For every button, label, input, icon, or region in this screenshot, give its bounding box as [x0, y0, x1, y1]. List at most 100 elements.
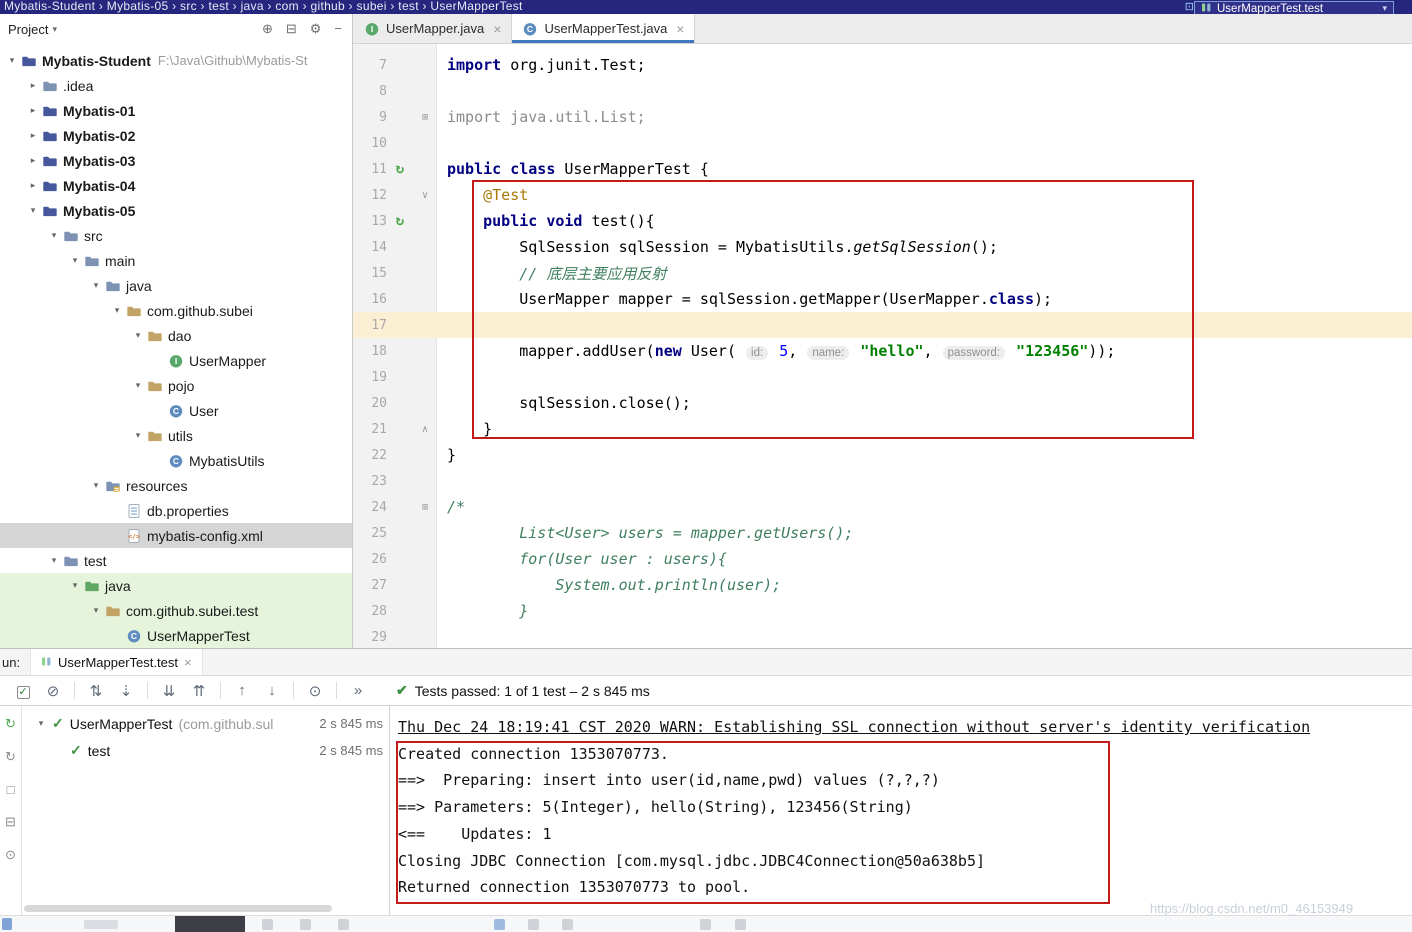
settings-icon[interactable]: ⚙ — [310, 21, 322, 37]
fold-marker-icon[interactable]: ∨ — [413, 190, 437, 201]
tree-item-java[interactable]: ▾ java — [0, 573, 352, 598]
tree-item-db.properties[interactable]: db.properties — [0, 498, 352, 523]
taskbar-icon[interactable] — [262, 919, 273, 930]
tree-item-main[interactable]: ▾ main — [0, 248, 352, 273]
chevron-down-icon[interactable]: ▾ — [52, 24, 57, 35]
collapsed-arrow-icon[interactable]: ▸ — [25, 80, 41, 91]
tree-item-com.github.subei.test[interactable]: ▾ com.github.subei.test — [0, 598, 352, 623]
code-line-14[interactable]: 14 SqlSession sqlSession = MybatisUtils.… — [353, 234, 1412, 260]
breadcrumb[interactable]: Mybatis-Student › Mybatis-05 › src › tes… — [4, 0, 523, 13]
tree-item-mybatis-config.xml[interactable]: </> mybatis-config.xml — [0, 523, 352, 548]
sort-by-duration-icon[interactable]: ⇣ — [111, 682, 141, 700]
expanded-arrow-icon[interactable]: ▾ — [4, 55, 20, 66]
show-ignored-icon[interactable]: ⊘ — [38, 682, 68, 700]
fold-marker-icon[interactable]: ∧ — [413, 424, 437, 435]
taskbar-icon[interactable] — [528, 919, 539, 930]
code-line-20[interactable]: 20 sqlSession.close(); — [353, 390, 1412, 416]
test-history-icon[interactable]: ⊙ — [300, 682, 330, 700]
horizontal-scrollbar[interactable] — [24, 905, 332, 912]
tree-item-Mybatis-05[interactable]: ▾ Mybatis-05 — [0, 198, 352, 223]
tree-item-resources[interactable]: ▾ resources — [0, 473, 352, 498]
tree-item-Mybatis-04[interactable]: ▸ Mybatis-04 — [0, 173, 352, 198]
tree-item-test[interactable]: ▾ test — [0, 548, 352, 573]
test-tree-item-UserMapperTest[interactable]: ▾ ✓ UserMapperTest (com.github.sul 2 s 845 m… — [22, 710, 389, 737]
previous-failed-test-icon[interactable]: ↑ — [227, 682, 257, 699]
expanded-arrow-icon[interactable]: ▾ — [46, 555, 62, 566]
expanded-arrow-icon[interactable]: ▾ — [88, 280, 104, 291]
expanded-arrow-icon[interactable]: ▾ — [67, 580, 83, 591]
code-line-23[interactable]: 23 — [353, 468, 1412, 494]
code-line-24[interactable]: 24 ⊞ /* — [353, 494, 1412, 520]
code-line-21[interactable]: 21 ∧ } — [353, 416, 1412, 442]
code-line-16[interactable]: 16 UserMapper mapper = sqlSession.getMap… — [353, 286, 1412, 312]
tree-item-dao[interactable]: ▾ dao — [0, 323, 352, 348]
collapsed-arrow-icon[interactable]: ▸ — [25, 105, 41, 116]
expanded-arrow-icon[interactable]: ▾ — [32, 718, 50, 729]
expanded-arrow-icon[interactable]: ▾ — [109, 305, 125, 316]
tree-item-.idea[interactable]: ▸ .idea — [0, 73, 352, 98]
tree-item-Mybatis-03[interactable]: ▸ Mybatis-03 — [0, 148, 352, 173]
tree-item-java[interactable]: ▾ java — [0, 273, 352, 298]
close-icon[interactable]: × — [676, 21, 684, 37]
collapsed-arrow-icon[interactable]: ▸ — [25, 130, 41, 141]
tree-item-Mybatis-Student[interactable]: ▾ Mybatis-Student F:\Java\Github\Mybatis-S… — [0, 48, 352, 73]
editor[interactable]: 7 import org.junit.Test; 8 9 ⊞ import java.ut… — [353, 44, 1412, 648]
taskbar-icon[interactable] — [735, 919, 746, 930]
run-tab[interactable]: UserMapperTest.test × — [30, 649, 203, 675]
expanded-arrow-icon[interactable]: ▾ — [130, 380, 146, 391]
tree-item-UserMapperTest[interactable]: C UserMapperTest — [0, 623, 352, 648]
collapsed-arrow-icon[interactable]: ▸ — [25, 180, 41, 191]
taskbar-icon[interactable] — [494, 919, 505, 930]
expanded-arrow-icon[interactable]: ▾ — [25, 205, 41, 216]
locate-file-icon[interactable]: ⊕ — [262, 21, 273, 37]
editor-tab-UserMapperTest.java[interactable]: C UserMapperTest.java × — [512, 14, 696, 43]
expanded-arrow-icon[interactable]: ▾ — [88, 605, 104, 616]
taskbar-icon[interactable] — [338, 919, 349, 930]
close-icon[interactable]: × — [493, 21, 501, 37]
taskbar-icon[interactable] — [300, 919, 311, 930]
expanded-arrow-icon[interactable]: ▾ — [67, 255, 83, 266]
collapse-all-icon[interactable]: ⊟ — [286, 21, 297, 37]
code-line-27[interactable]: 27 System.out.println(user); — [353, 572, 1412, 598]
taskbar-icon[interactable] — [562, 919, 573, 930]
collapse-all-icon[interactable]: ⇈ — [184, 682, 214, 700]
code-line-15[interactable]: 15 // 底层主要应用反射 — [353, 260, 1412, 286]
expanded-arrow-icon[interactable]: ▾ — [130, 430, 146, 441]
code-line-22[interactable]: 22} — [353, 442, 1412, 468]
pin-tab-icon[interactable]: ⊙ — [5, 847, 16, 863]
tree-item-pojo[interactable]: ▾ pojo — [0, 373, 352, 398]
taskbar-icon[interactable] — [700, 919, 711, 930]
code-line-12[interactable]: 12 ∨ @Test — [353, 182, 1412, 208]
code-line-17[interactable]: 17 — [353, 312, 1412, 338]
restore-layout-icon[interactable]: ⊟ — [5, 814, 16, 830]
expanded-arrow-icon[interactable]: ▾ — [130, 330, 146, 341]
console-output[interactable]: Thu Dec 24 18:19:41 CST 2020 WARN: Estab… — [390, 706, 1412, 915]
editor-tab-UserMapper.java[interactable]: I UserMapper.java × — [354, 14, 513, 43]
run-test-gutter-icon[interactable]: ↻ — [387, 213, 413, 229]
code-line-9[interactable]: 9 ⊞ import java.util.List; — [353, 104, 1412, 130]
tree-item-com.github.subei[interactable]: ▾ com.github.subei — [0, 298, 352, 323]
taskbar-active-button[interactable] — [175, 916, 245, 932]
code-line-25[interactable]: 25 List<User> users = mapper.getUsers(); — [353, 520, 1412, 546]
rerun-test-icon[interactable]: ↻ — [5, 716, 16, 732]
tree-item-UserMapper[interactable]: I UserMapper — [0, 348, 352, 373]
code-line-19[interactable]: 19 — [353, 364, 1412, 390]
hide-panel-icon[interactable]: − — [334, 21, 342, 37]
run-test-gutter-icon[interactable]: ↻ — [387, 161, 413, 177]
code-line-11[interactable]: 11 ↻ public class UserMapperTest { — [353, 156, 1412, 182]
show-passed-icon[interactable]: ✓ — [8, 682, 38, 699]
sort-alphabetically-icon[interactable]: ⇅ — [81, 682, 111, 700]
code-line-7[interactable]: 7 import org.junit.Test; — [353, 52, 1412, 78]
code-line-8[interactable]: 8 — [353, 78, 1412, 104]
code-line-10[interactable]: 10 — [353, 130, 1412, 156]
code-line-28[interactable]: 28 } — [353, 598, 1412, 624]
toolbar-icon[interactable]: ⊡ — [1185, 0, 1194, 13]
code-line-13[interactable]: 13 ↻ public void test(){ — [353, 208, 1412, 234]
rerun-failed-tests-icon[interactable]: ↻ — [5, 749, 16, 765]
stop-process-icon[interactable]: □ — [7, 782, 15, 797]
project-panel-title[interactable]: Project — [8, 22, 48, 37]
expanded-arrow-icon[interactable]: ▾ — [88, 480, 104, 491]
fold-marker-icon[interactable]: ⊞ — [413, 502, 437, 513]
close-icon[interactable]: × — [184, 655, 192, 670]
tree-item-utils[interactable]: ▾ utils — [0, 423, 352, 448]
